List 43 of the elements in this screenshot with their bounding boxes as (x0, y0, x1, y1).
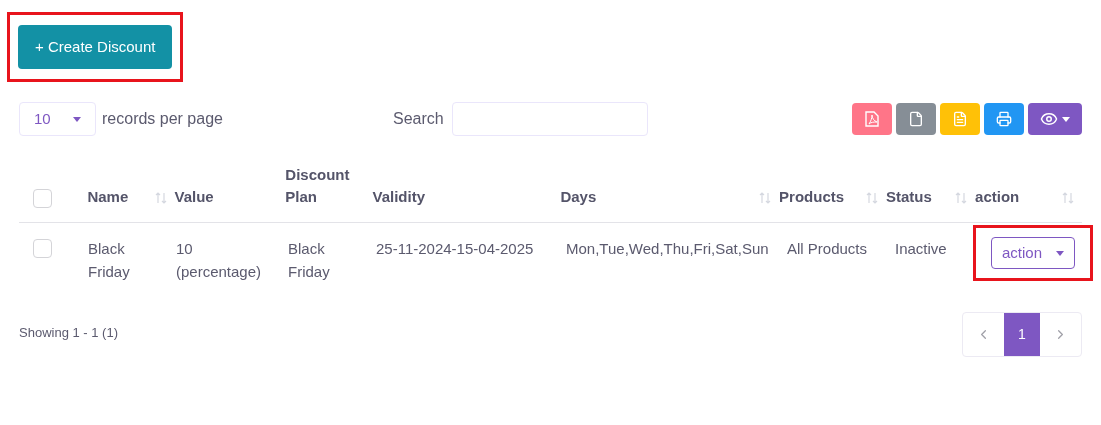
caret-icon (1056, 250, 1064, 256)
table-cell: 10 (percentage) (176, 240, 262, 280)
search-label: Search (392, 109, 444, 129)
sort-icon (865, 192, 878, 204)
create-discount-button[interactable]: + Create Discount (18, 25, 173, 69)
row-checkbox[interactable] (33, 239, 52, 258)
column-header[interactable]: Discount Plan (285, 164, 365, 208)
page-size-label: records per page (102, 109, 223, 129)
caret-icon (73, 116, 81, 122)
eye-icon (1040, 110, 1058, 128)
column-header[interactable]: Days (560, 186, 597, 208)
table-cell: Black Friday (288, 240, 330, 280)
page-button[interactable]: 1 (1004, 313, 1040, 356)
column-header[interactable]: Status (885, 186, 932, 208)
action-dropdown[interactable]: action (991, 237, 1075, 269)
sheet-export-button[interactable] (940, 103, 980, 135)
printer-icon (996, 111, 1012, 127)
sort-icon (154, 192, 167, 204)
table-cell: Inactive (895, 240, 947, 257)
records-summary: Showing 1 - 1 (1) (19, 324, 118, 342)
search-field[interactable] (451, 102, 648, 136)
column-header[interactable]: Value (174, 186, 214, 208)
table-cell: Mon,Tue,Wed,Thu,Fri,Sat,Sun (566, 240, 769, 257)
column-header[interactable]: action (975, 186, 1020, 208)
table-cell: All Products (787, 240, 868, 257)
column-header[interactable]: Validity (372, 186, 425, 208)
table-cell: 25-11-2024-15-04-2025 (376, 240, 534, 257)
column-visibility-button[interactable] (1028, 103, 1082, 135)
column-header[interactable]: Name (87, 186, 129, 208)
sort-icon (955, 192, 968, 204)
pdf-file-icon (865, 111, 879, 127)
pdf-export-button[interactable] (852, 103, 892, 135)
select-all-checkbox[interactable] (33, 189, 52, 208)
column-header[interactable]: Products (779, 186, 845, 208)
document-icon (952, 111, 968, 127)
table-cell: Black Friday (88, 240, 130, 280)
sort-icon (1061, 192, 1074, 204)
caret-icon (1062, 116, 1070, 122)
page-size-select[interactable]: 10 (19, 102, 96, 136)
sort-icon (759, 192, 772, 204)
print-button[interactable] (984, 103, 1024, 135)
file-export-button[interactable] (896, 103, 936, 135)
file-icon (908, 111, 924, 127)
